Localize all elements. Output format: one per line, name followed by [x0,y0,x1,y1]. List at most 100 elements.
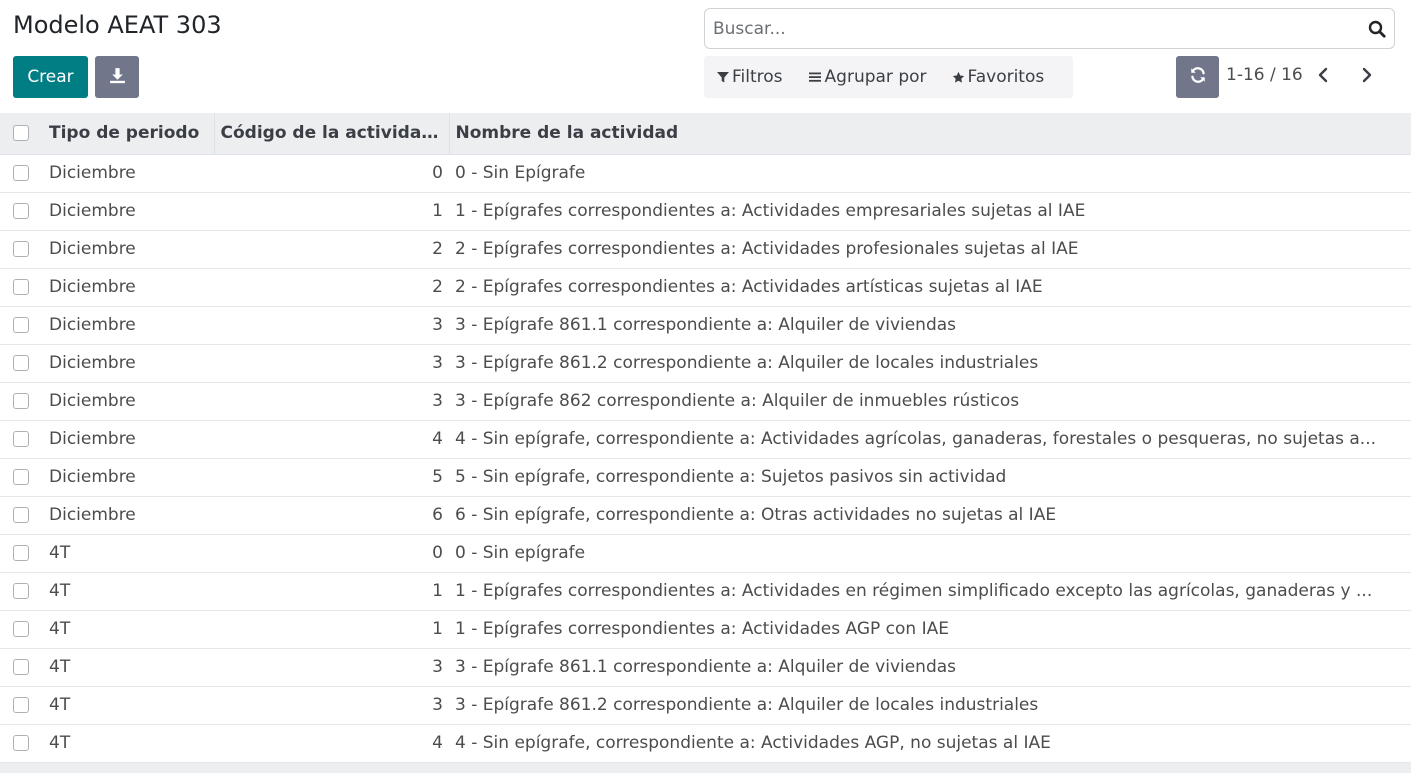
row-select-cell [0,496,43,535]
cell-nombre[interactable]: 0 - Sin Epígrafe [449,154,1411,193]
cell-tipo[interactable]: Diciembre [43,420,214,459]
table-row[interactable]: Diciembre 5 5 - Sin epígrafe, correspondie… [0,458,1411,497]
cell-tipo[interactable]: 4T [43,724,214,763]
cell-codigo[interactable]: 3 [214,344,449,383]
row-checkbox[interactable] [13,241,29,257]
table-row[interactable]: Diciembre 3 3 - Epígrafe 862 correspondien… [0,382,1411,421]
row-checkbox[interactable] [13,735,29,751]
cell-codigo[interactable]: 1 [214,192,449,231]
cell-codigo[interactable]: 5 [214,458,449,497]
row-checkbox[interactable] [13,393,29,409]
cell-tipo[interactable]: 4T [43,648,214,687]
select-all-checkbox[interactable] [13,125,29,142]
cell-tipo[interactable]: Diciembre [43,268,214,307]
pager-value[interactable]: 1-16 / 16 [1226,65,1303,85]
row-checkbox[interactable] [13,659,29,675]
cell-tipo[interactable]: 4T [43,534,214,573]
cell-codigo[interactable]: 2 [214,268,449,307]
cell-codigo[interactable]: 1 [214,572,449,611]
cell-codigo[interactable]: 3 [214,648,449,687]
row-checkbox[interactable] [13,621,29,637]
cell-tipo[interactable]: 4T [43,610,214,649]
pager-next-button[interactable] [1354,64,1380,90]
search-icon[interactable] [1360,20,1394,38]
create-button[interactable]: Crear [13,56,88,98]
filters-button[interactable]: Filtros [704,56,795,98]
cell-nombre[interactable]: 2 - Epígrafes correspondientes a: Activi… [449,230,1411,269]
cell-tipo[interactable]: 4T [43,686,214,725]
cell-tipo[interactable]: Diciembre [43,306,214,345]
row-checkbox[interactable] [13,203,29,219]
cell-tipo[interactable]: Diciembre [43,230,214,269]
cell-codigo[interactable]: 3 [214,382,449,421]
column-header-nombre[interactable]: Nombre de la actividad [449,113,1411,155]
table-row[interactable]: 4T 4 4 - Sin epígrafe, correspondiente a: … [0,724,1411,763]
cell-nombre[interactable]: 0 - Sin epígrafe [449,534,1411,573]
cell-nombre[interactable]: 3 - Epígrafe 861.1 correspondiente a: Al… [449,306,1411,345]
cell-codigo[interactable]: 4 [214,420,449,459]
row-checkbox[interactable] [13,317,29,333]
cell-tipo[interactable]: 4T [43,572,214,611]
row-checkbox[interactable] [13,279,29,295]
cell-nombre[interactable]: 4 - Sin epígrafe, correspondiente a: Act… [449,420,1411,459]
cell-tipo[interactable]: Diciembre [43,496,214,535]
cell-codigo[interactable]: 0 [214,534,449,573]
table-row[interactable]: 4T 0 0 - Sin epígrafe [0,534,1411,573]
table-row[interactable]: Diciembre 1 1 - Epígrafes correspondientes… [0,192,1411,231]
cell-nombre[interactable]: 3 - Epígrafe 861.2 correspondiente a: Al… [449,686,1411,725]
cell-nombre[interactable]: 4 - Sin epígrafe, correspondiente a: Act… [449,724,1411,763]
cell-codigo[interactable]: 2 [214,230,449,269]
cell-tipo[interactable]: Diciembre [43,192,214,231]
cell-tipo[interactable]: Diciembre [43,344,214,383]
cell-codigo[interactable]: 1 [214,610,449,649]
favorites-label: Favoritos [967,67,1045,87]
table-row[interactable]: Diciembre 2 2 - Epígrafes correspondientes… [0,230,1411,269]
table-row[interactable]: Diciembre 6 6 - Sin epígrafe, correspondie… [0,496,1411,535]
row-checkbox[interactable] [13,469,29,485]
table-row[interactable]: Diciembre 0 0 - Sin Epígrafe [0,154,1411,193]
cell-nombre[interactable]: 3 - Epígrafe 862 correspondiente a: Alqu… [449,382,1411,421]
row-checkbox[interactable] [13,165,29,181]
row-checkbox[interactable] [13,697,29,713]
list-footer [0,763,1411,773]
download-button[interactable] [95,56,139,98]
table-row[interactable]: 4T 3 3 - Epígrafe 861.1 correspondiente a:… [0,648,1411,687]
cell-codigo[interactable]: 0 [214,154,449,193]
cell-nombre[interactable]: 1 - Epígrafes correspondientes a: Activi… [449,572,1411,611]
row-checkbox[interactable] [13,583,29,599]
table-row[interactable]: Diciembre 4 4 - Sin epígrafe, correspondie… [0,420,1411,459]
pager-previous-button[interactable] [1310,64,1336,90]
row-checkbox[interactable] [13,507,29,523]
cell-nombre[interactable]: 1 - Epígrafes correspondientes a: Activi… [449,610,1411,649]
cell-nombre[interactable]: 3 - Epígrafe 861.1 correspondiente a: Al… [449,648,1411,687]
refresh-button[interactable] [1176,56,1219,98]
group-by-button[interactable]: Agrupar por [795,56,939,98]
cell-codigo[interactable]: 3 [214,306,449,345]
row-checkbox[interactable] [13,431,29,447]
table-row[interactable]: 4T 1 1 - Epígrafes correspondientes a: Act… [0,572,1411,611]
table-row[interactable]: 4T 1 1 - Epígrafes correspondientes a: Act… [0,610,1411,649]
column-header-tipo[interactable]: Tipo de periodo [43,113,215,155]
cell-tipo[interactable]: Diciembre [43,154,214,193]
refresh-icon [1189,66,1207,88]
table-row[interactable]: 4T 3 3 - Epígrafe 861.2 correspondiente a:… [0,686,1411,725]
search-input[interactable] [705,9,1360,48]
filter-icon [717,71,729,83]
cell-nombre[interactable]: 6 - Sin epígrafe, correspondiente a: Otr… [449,496,1411,535]
cell-codigo[interactable]: 4 [214,724,449,763]
cell-nombre[interactable]: 1 - Epígrafes correspondientes a: Activi… [449,192,1411,231]
column-header-codigo[interactable]: Código de la actividad... [214,113,450,155]
cell-nombre[interactable]: 2 - Epígrafes correspondientes a: Activi… [449,268,1411,307]
table-row[interactable]: Diciembre 3 3 - Epígrafe 861.1 correspondi… [0,306,1411,345]
cell-tipo[interactable]: Diciembre [43,382,214,421]
favorites-button[interactable]: Favoritos [939,56,1057,98]
cell-nombre[interactable]: 5 - Sin epígrafe, correspondiente a: Suj… [449,458,1411,497]
row-checkbox[interactable] [13,355,29,371]
table-row[interactable]: Diciembre 2 2 - Epígrafes correspondientes… [0,268,1411,307]
cell-codigo[interactable]: 6 [214,496,449,535]
cell-codigo[interactable]: 3 [214,686,449,725]
row-checkbox[interactable] [13,545,29,561]
cell-tipo[interactable]: Diciembre [43,458,214,497]
table-row[interactable]: Diciembre 3 3 - Epígrafe 861.2 correspondi… [0,344,1411,383]
cell-nombre[interactable]: 3 - Epígrafe 861.2 correspondiente a: Al… [449,344,1411,383]
